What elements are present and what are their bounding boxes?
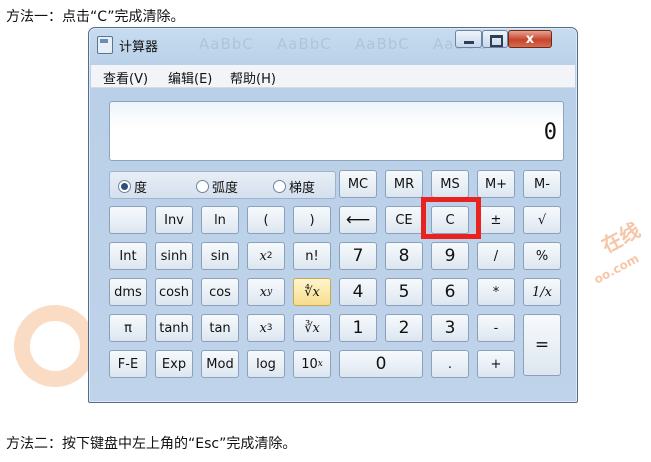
key-m-plus[interactable]: M+ (477, 170, 515, 198)
title-ghost-text: AaBbC (355, 35, 410, 53)
key-ce[interactable]: CE (385, 206, 423, 234)
key-equals[interactable]: = (523, 314, 561, 376)
radio-degrees[interactable]: 度 (118, 177, 147, 196)
key-subtract[interactable]: - (477, 314, 515, 342)
key-reciprocal-label: 1/x (532, 284, 552, 300)
key-inv[interactable]: Inv (155, 206, 193, 234)
key-x-squared[interactable]: x2 (247, 242, 285, 270)
key-plus-minus[interactable]: ± (477, 206, 515, 234)
radio-gradians-label: 梯度 (289, 181, 316, 196)
watermark-domain: oo.com (591, 251, 642, 287)
minimize-button[interactable] (455, 30, 482, 48)
key-reciprocal[interactable]: 1/x (523, 278, 561, 306)
key-x-squared-exp: 2 (266, 251, 273, 261)
menu-edit[interactable]: 编辑(E) (168, 68, 212, 87)
key-7[interactable]: 7 (339, 242, 377, 270)
calculator-display: 0 (109, 101, 564, 161)
radio-radians-label: 弧度 (212, 181, 239, 196)
key-multiply[interactable]: * (477, 278, 515, 306)
close-button[interactable]: x (508, 30, 552, 48)
key-pi[interactable]: π (109, 314, 147, 342)
key-6[interactable]: 6 (431, 278, 469, 306)
key-decimal[interactable]: . (431, 350, 469, 378)
key-ten-power-x-exp: x (317, 359, 323, 369)
key-exp[interactable]: Exp (155, 350, 193, 378)
radio-unselected-icon (273, 180, 286, 193)
watermark-logo-ring (14, 305, 96, 387)
minimize-icon (464, 41, 474, 44)
key-backspace[interactable]: ⟵ (339, 206, 377, 234)
key-1[interactable]: 1 (339, 314, 377, 342)
key-cos[interactable]: cos (201, 278, 239, 306)
key-x-power-y[interactable]: xy (247, 278, 285, 306)
title-ghost-text: AaBbC (277, 35, 332, 53)
key-left-paren[interactable]: ( (247, 206, 285, 234)
maximize-button[interactable] (482, 30, 508, 48)
key-log[interactable]: log (247, 350, 285, 378)
key-blank[interactable] (109, 206, 147, 234)
maximize-icon (490, 35, 503, 47)
menu-bar: 查看(V) 编辑(E) 帮助(H) (91, 65, 575, 88)
menu-view[interactable]: 查看(V) (103, 68, 148, 87)
key-dms[interactable]: dms (109, 278, 147, 306)
key-3[interactable]: 3 (431, 314, 469, 342)
instruction-method-two: 方法二：按下键盘中左上角的“Esc”完成清除。 (6, 436, 297, 452)
key-0[interactable]: 0 (339, 350, 423, 378)
key-tan[interactable]: tan (201, 314, 239, 342)
key-ms[interactable]: MS (431, 170, 469, 198)
key-4[interactable]: 4 (339, 278, 377, 306)
key-2[interactable]: 2 (385, 314, 423, 342)
calculator-window: 计算器 AaBbC AaBbC AaBbC AaBbC x 查看(V) 编辑(E… (88, 27, 578, 403)
key-9[interactable]: 9 (431, 242, 469, 270)
title-bar[interactable]: 计算器 AaBbC AaBbC AaBbC AaBbC x (89, 28, 577, 58)
key-x-cubed[interactable]: x3 (247, 314, 285, 342)
key-y-root-x-label: ∜x (304, 284, 320, 300)
radio-gradians[interactable]: 梯度 (273, 177, 315, 196)
key-tanh[interactable]: tanh (155, 314, 193, 342)
key-ln[interactable]: ln (201, 206, 239, 234)
key-mc[interactable]: MC (339, 170, 377, 198)
close-icon: x (525, 32, 535, 47)
key-right-paren[interactable]: ) (293, 206, 331, 234)
key-add[interactable]: + (477, 350, 515, 378)
key-mr[interactable]: MR (385, 170, 423, 198)
key-ten-power-x[interactable]: 10 x (293, 350, 331, 378)
key-5[interactable]: 5 (385, 278, 423, 306)
key-x-cubed-exp: 3 (266, 323, 273, 333)
key-divide[interactable]: / (477, 242, 515, 270)
calculator-app-icon (97, 36, 113, 54)
highlight-annotation-box (421, 197, 481, 239)
radio-radians[interactable]: 弧度 (196, 177, 238, 196)
key-cube-root[interactable]: ∛x (293, 314, 331, 342)
watermark-text: 在线 (597, 217, 644, 258)
menu-help[interactable]: 帮助(H) (230, 68, 276, 87)
key-fe[interactable]: F-E (109, 350, 147, 378)
title-ghost-text: AaBbC (199, 35, 254, 53)
key-m-minus[interactable]: M- (523, 170, 561, 198)
key-sin[interactable]: sin (201, 242, 239, 270)
key-cube-root-label: ∛x (304, 320, 320, 336)
key-factorial[interactable]: n! (293, 242, 331, 270)
key-y-root-x[interactable]: ∜x (293, 278, 331, 306)
key-ten-power-x-base: 10 (301, 356, 318, 372)
radio-selected-icon (118, 180, 131, 193)
key-sinh[interactable]: sinh (155, 242, 193, 270)
display-value: 0 (543, 120, 557, 145)
angle-mode-group: 度 弧度 梯度 (109, 171, 336, 199)
window-title: 计算器 (119, 40, 159, 55)
key-cosh[interactable]: cosh (155, 278, 193, 306)
radio-degrees-label: 度 (134, 181, 148, 196)
instruction-method-one: 方法一：点击“C”完成清除。 (6, 9, 185, 25)
key-mod[interactable]: Mod (201, 350, 239, 378)
key-x-cubed-base: x (259, 320, 267, 336)
key-percent[interactable]: % (523, 242, 561, 270)
radio-unselected-icon (196, 180, 209, 193)
key-sqrt[interactable]: √ (523, 206, 561, 234)
key-int[interactable]: Int (109, 242, 147, 270)
key-8[interactable]: 8 (385, 242, 423, 270)
key-x-power-y-exp: y (267, 287, 273, 297)
key-x-squared-base: x (259, 248, 267, 264)
